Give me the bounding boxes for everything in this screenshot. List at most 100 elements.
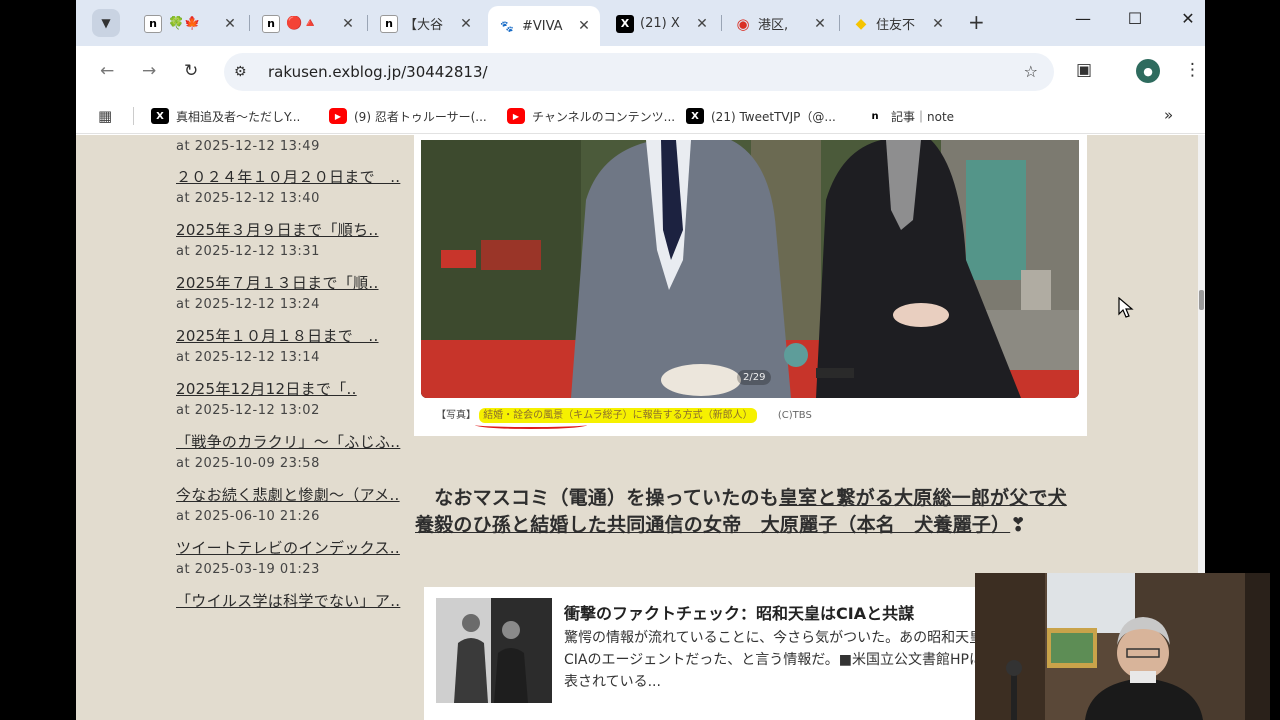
tab-1[interactable]: n 🔴🔺 ✕ [252, 7, 364, 40]
entry-date: at 2025-12-12 13:24 [176, 297, 320, 312]
entry-link[interactable]: 2025年３月９日まで「順ち.. [176, 219, 406, 242]
forward-button[interactable]: → [142, 61, 156, 81]
entry-link[interactable]: 「ウイルス学は科学でない」ア.. [176, 590, 406, 613]
entry-date: at 2025-12-12 13:02 [176, 403, 320, 418]
tab-separator [367, 15, 368, 31]
close-icon[interactable]: ✕ [458, 16, 474, 32]
bookmark-star-icon[interactable]: ☆ [1024, 62, 1038, 81]
tab-6[interactable]: ◆ 住友不 ✕ [842, 7, 954, 40]
chevron-down-icon: ▼ [101, 16, 111, 30]
profile-avatar[interactable]: ● [1136, 59, 1160, 83]
bookmarks-divider [133, 107, 134, 125]
note-icon: n [380, 14, 398, 33]
list-item: at 2025-12-12 13:49 [176, 137, 406, 157]
entry-link[interactable]: ツイートテレビのインデックス.. [176, 537, 406, 560]
bookmarks-bar: ▦ X 真相追及者～ただしY... ▶ (9) 忍者トゥルーサー(... ▶ チ… [76, 98, 1205, 134]
bookmark-label: 真相追及者～ただしY... [176, 109, 301, 124]
extensions-icon[interactable]: ▣ [1076, 60, 1092, 80]
link-preview-card[interactable]: 衝撃のファクトチェック：昭和天皇はCIAと共謀 驚愕の情報が流れていることに、今… [424, 587, 1004, 720]
tab-search-button[interactable]: ▼ [92, 9, 120, 37]
news-photo[interactable]: 2/29 [421, 140, 1079, 398]
note-icon: n [144, 14, 162, 33]
entry-link[interactable]: 2025年７月１３日まで「順.. [176, 272, 406, 295]
photo-container: 2/29 【写真】 結婚・詮会の風景（キムラ総子）に報告する方式（新郎人） (C… [414, 135, 1087, 436]
bookmark-4[interactable]: n 記事｜note [866, 106, 954, 126]
tab-title: (21) X [640, 16, 680, 31]
tab-5[interactable]: ◉ 港区, ✕ [724, 7, 836, 40]
close-icon[interactable]: ✕ [222, 16, 238, 32]
minimize-button[interactable]: — [1068, 9, 1098, 28]
entry-link[interactable]: 2025年12月12日まで「.. [176, 378, 406, 401]
webcam-video [975, 573, 1270, 720]
list-item: 今なお続く悲劇と惨劇～（アメ.. at 2025-06-10 21:26 [176, 484, 406, 527]
entry-date: at 2025-06-10 21:26 [176, 509, 320, 524]
paw-icon: 🐾 [500, 19, 514, 33]
card-title[interactable]: 衝撃のファクトチェック：昭和天皇はCIAと共謀 [564, 600, 1004, 624]
yellow-dot-icon: ◆ [855, 15, 867, 32]
avatar-icon: ● [1143, 64, 1153, 78]
entry-date: at 2025-12-12 13:14 [176, 350, 320, 365]
tab-title: #VIVA [522, 18, 563, 34]
entry-date: at 2025-03-19 01:23 [176, 562, 320, 577]
site-settings-icon[interactable]: ⚙ [234, 64, 256, 80]
entry-date: at 2025-12-12 13:31 [176, 244, 320, 259]
entry-link[interactable]: 2025年１０月１８日まで .. [176, 325, 406, 348]
entry-date: at 2025-12-12 13:40 [176, 191, 320, 206]
tab-title: 【大谷 [404, 18, 444, 33]
card-summary: 驚愕の情報が流れていることに、今さら気がついた。あの昭和天皇がCIAのエージェン… [564, 630, 998, 690]
list-item: 2025年７月１３日まで「順.. at 2025-12-12 13:24 [176, 272, 406, 315]
article-tail: ❣ [1010, 514, 1027, 536]
news-photo-drawing [421, 140, 1079, 398]
reload-button[interactable]: ↻ [184, 61, 198, 81]
bookmark-2[interactable]: ▶ チャンネルのコンテンツ... [507, 106, 675, 126]
article-lead: なおマスコミ（電通）を操っていたのも [415, 487, 779, 509]
close-window-button[interactable]: ✕ [1173, 9, 1203, 28]
close-icon[interactable]: ✕ [340, 16, 356, 32]
tab-4[interactable]: X (21) X ✕ [606, 7, 718, 40]
bookmarks-overflow-button[interactable]: » [1164, 106, 1173, 124]
youtube-icon: ▶ [329, 108, 347, 124]
list-item: 「ウイルス学は科学でない」ア.. [176, 590, 406, 613]
x-icon: X [616, 14, 634, 33]
close-icon[interactable]: ✕ [694, 16, 710, 32]
x-icon: X [686, 108, 704, 124]
red-underline-annotation [475, 421, 587, 429]
bookmark-0[interactable]: X 真相追及者～ただしY... [151, 106, 300, 126]
apps-grid-icon[interactable]: ▦ [98, 107, 112, 125]
close-icon[interactable]: ✕ [930, 16, 946, 32]
article-paragraph: なおマスコミ（電通）を操っていたのも皇室と繋がる大原総一郎が父で犬養毅のひ孫と結… [415, 485, 1085, 539]
maximize-button[interactable]: ☐ [1120, 9, 1150, 28]
close-icon[interactable]: ✕ [812, 16, 828, 32]
note-icon: n [262, 14, 280, 33]
caption-prefix: 【写真】 [436, 410, 476, 421]
url-text[interactable]: rakusen.exblog.jp/30442813/ [268, 63, 488, 81]
new-tab-button[interactable]: + [968, 10, 985, 34]
tab-2[interactable]: n 【大谷 ✕ [370, 7, 482, 40]
close-icon[interactable]: ✕ [576, 18, 592, 34]
list-item: ツイートテレビのインデックス.. at 2025-03-19 01:23 [176, 537, 406, 580]
bookmark-label: チャンネルのコンテンツ... [532, 109, 676, 124]
toolbar: ← → ↻ ⚙ rakusen.exblog.jp/30442813/ ☆ ▣ … [76, 46, 1205, 98]
entry-link[interactable]: 「戦争のカラクリ」～「ふじふ.. [176, 431, 406, 454]
bookmark-label: (9) 忍者トゥルーサー(... [354, 109, 487, 124]
back-button[interactable]: ← [100, 61, 114, 81]
bookmark-3[interactable]: X (21) TweetTVJP（@... [686, 106, 836, 126]
webcam-overlay [975, 573, 1270, 720]
tab-0[interactable]: n 🍀🍁 ✕ [134, 7, 246, 40]
entry-link[interactable]: ２０２４年１０月２０日まで .. [176, 166, 406, 189]
scrollbar-thumb[interactable] [1199, 290, 1204, 310]
list-item: 2025年12月12日まで「.. at 2025-12-12 13:02 [176, 378, 406, 421]
entry-link[interactable]: 今なお続く悲劇と惨劇～（アメ.. [176, 484, 406, 507]
bookmark-1[interactable]: ▶ (9) 忍者トゥルーサー(... [329, 106, 487, 126]
entry-date: at 2025-12-12 13:49 [176, 139, 320, 154]
recent-entries-sidebar: at 2025-12-12 13:49 ２０２４年１０月２０日まで .. at … [176, 135, 406, 613]
x-icon: X [151, 108, 169, 124]
address-bar[interactable]: ⚙ rakusen.exblog.jp/30442813/ ☆ [224, 53, 1054, 91]
bookmark-label: 記事｜note [891, 109, 955, 124]
tab-strip: ▼ n 🍀🍁 ✕ n 🔴🔺 ✕ n 【大谷 ✕ 🐾 #VIVA ✕ X (21)… [76, 0, 1205, 46]
mouse-cursor-icon [1118, 297, 1134, 318]
tab-3-active[interactable]: 🐾 #VIVA ✕ [488, 6, 600, 46]
list-item: 2025年３月９日まで「順ち.. at 2025-12-12 13:31 [176, 219, 406, 262]
bookmark-label: (21) TweetTVJP（@... [711, 109, 836, 124]
menu-kebab-icon[interactable]: ⋮ [1184, 60, 1201, 80]
